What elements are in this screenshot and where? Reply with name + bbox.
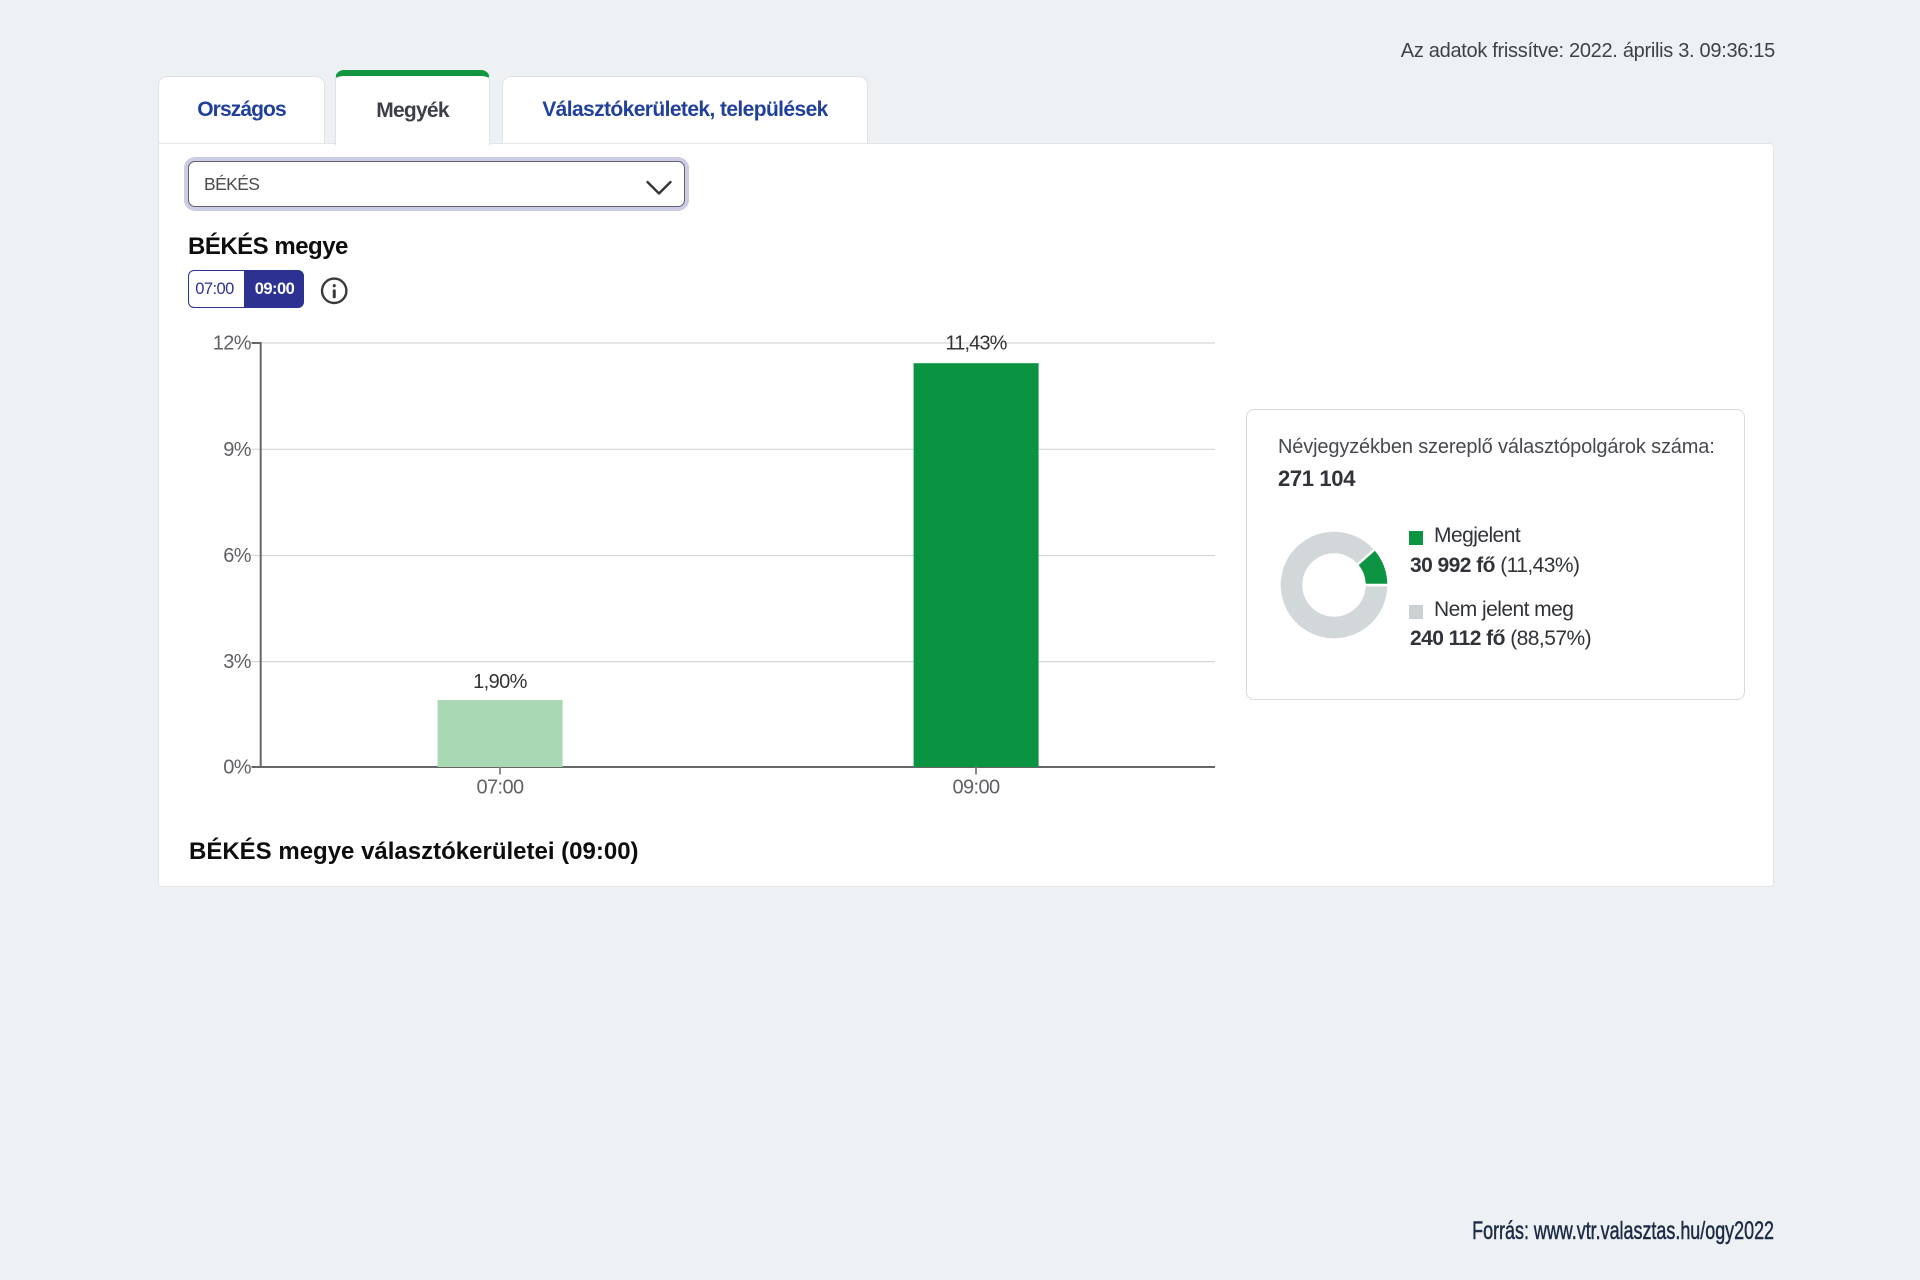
svg-text:09:00: 09:00 xyxy=(952,776,1000,798)
svg-text:0%: 0% xyxy=(223,757,252,779)
svg-text:12%: 12% xyxy=(213,333,252,355)
svg-text:6%: 6% xyxy=(223,545,252,567)
svg-text:9%: 9% xyxy=(223,439,252,461)
svg-text:1,90%: 1,90% xyxy=(473,671,528,693)
svg-text:07:00: 07:00 xyxy=(476,776,524,798)
svg-text:3%: 3% xyxy=(223,651,252,673)
svg-text:11,43%: 11,43% xyxy=(946,333,1008,355)
